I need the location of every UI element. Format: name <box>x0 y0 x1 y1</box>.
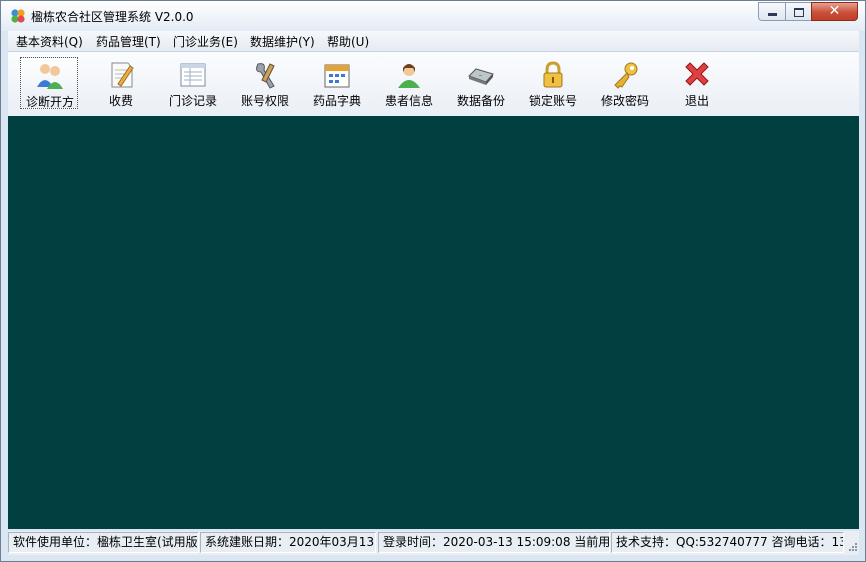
drive-icon <box>468 68 494 85</box>
data-backup-button[interactable]: 数据备份 <box>452 57 510 109</box>
toolbar: 诊断开方 收费 门诊记录 账号权限 药品字典 患者信息 数据备份 锁定账号 修改… <box>8 52 859 116</box>
tool-label: 退出 <box>684 94 709 108</box>
lock-icon <box>543 61 563 88</box>
patient-info-button[interactable]: 患者信息 <box>380 57 438 109</box>
status-bar: 软件使用单位：楹栋卫生室(试用版) 系统建账日期：2020年03月13日 登录时… <box>8 531 859 555</box>
charge-button[interactable]: 收费 <box>92 57 150 109</box>
change-password-button[interactable]: 修改密码 <box>596 57 654 109</box>
status-unit: 软件使用单位：楹栋卫生室(试用版) <box>8 532 199 553</box>
title-bar[interactable]: 楹栋农合社区管理系统 V2.0.0 ✕ <box>1 1 865 31</box>
drug-dictionary-button[interactable]: 药品字典 <box>308 57 366 109</box>
tool-label: 收费 <box>108 94 133 108</box>
account-permissions-button[interactable]: 账号权限 <box>236 57 294 109</box>
outpatient-records-button[interactable]: 门诊记录 <box>164 57 222 109</box>
key-icon <box>614 62 638 89</box>
minimize-icon <box>768 13 777 16</box>
menu-basic-data[interactable]: 基本资料(Q) <box>16 33 83 50</box>
records-icon <box>180 63 206 87</box>
tool-label: 药品字典 <box>312 94 361 108</box>
exit-icon <box>685 62 709 86</box>
menu-help[interactable]: 帮助(U) <box>327 33 369 50</box>
status-login-info: 登录时间：2020-03-13 15:09:08 当前用户： <box>378 532 610 553</box>
close-button[interactable]: ✕ <box>811 2 858 21</box>
tool-label: 诊断开方 <box>25 95 74 109</box>
main-window: 楹栋农合社区管理系统 V2.0.0 ✕ 基本资料(Q) 药品管理(T) 门诊业务… <box>0 0 866 562</box>
doctors-icon <box>37 64 63 89</box>
resize-grip-icon[interactable] <box>849 543 858 552</box>
tools-icon <box>256 63 275 89</box>
menu-outpatient[interactable]: 门诊业务(E) <box>173 33 238 50</box>
menu-drug-management[interactable]: 药品管理(T) <box>96 33 161 50</box>
menu-data-maintenance[interactable]: 数据维护(Y) <box>250 33 315 50</box>
maximize-icon <box>794 8 804 17</box>
close-icon: ✕ <box>828 3 841 19</box>
exit-button[interactable]: 退出 <box>668 57 726 109</box>
patient-icon <box>398 64 420 88</box>
diagnose-prescribe-button[interactable]: 诊断开方 <box>20 57 78 109</box>
tool-label: 数据备份 <box>456 94 505 108</box>
tool-label: 账号权限 <box>240 94 289 108</box>
lock-account-button[interactable]: 锁定账号 <box>524 57 582 109</box>
status-support: 技术支持：QQ:532740777 咨询电话：137-8 <box>611 532 844 553</box>
menu-bar: 基本资料(Q) 药品管理(T) 门诊业务(E) 数据维护(Y) 帮助(U) <box>8 31 859 52</box>
tool-label: 门诊记录 <box>168 94 217 108</box>
workspace-area <box>8 116 859 529</box>
tool-label: 患者信息 <box>384 94 433 108</box>
tool-label: 锁定账号 <box>528 94 577 108</box>
tool-label: 修改密码 <box>600 94 649 108</box>
notepad-icon <box>111 62 134 88</box>
app-logo-icon <box>11 9 25 23</box>
status-created-date: 系统建账日期：2020年03月13日 <box>200 532 376 553</box>
calendar-icon <box>324 64 350 88</box>
maximize-button[interactable] <box>785 2 812 21</box>
minimize-button[interactable] <box>758 2 786 21</box>
window-title: 楹栋农合社区管理系统 V2.0.0 <box>31 10 194 24</box>
